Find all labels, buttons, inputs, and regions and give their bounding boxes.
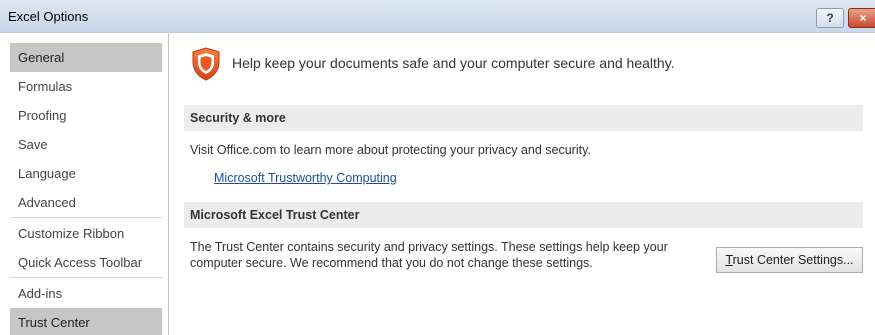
sidebar-divider [10,217,162,218]
window-title: Excel Options [8,9,89,24]
sidebar-item-advanced[interactable]: Advanced [10,188,162,217]
sidebar-item-general[interactable]: General [10,43,162,72]
sidebar-item-trust-center[interactable]: Trust Center [10,308,162,335]
trust-center-panel: Help keep your documents safe and your c… [170,33,875,335]
close-icon: × [859,11,867,25]
sidebar-item-save[interactable]: Save [10,130,162,159]
accesskey-char: T [725,253,733,267]
security-section-header: Security & more [184,105,863,131]
sidebar-item-quick-access-toolbar[interactable]: Quick Access Toolbar [10,248,162,277]
sidebar-item-add-ins[interactable]: Add-ins [10,279,162,308]
shield-icon [192,47,220,81]
security-description: Visit Office.com to learn more about pro… [190,143,591,157]
trust-center-section-header: Microsoft Excel Trust Center [184,202,863,228]
options-sidebar: General Formulas Proofing Save Language … [0,33,169,335]
trust-center-settings-button[interactable]: Trust Center Settings... [716,247,863,273]
sidebar-item-language[interactable]: Language [10,159,162,188]
sidebar-divider [10,277,162,278]
help-button[interactable]: ? [816,8,844,28]
trustworthy-computing-link[interactable]: Microsoft Trustworthy Computing [214,171,397,185]
help-icon: ? [826,11,834,25]
sidebar-item-proofing[interactable]: Proofing [10,101,162,130]
button-label: rust Center Settings... [732,253,854,267]
trust-center-description-line2: computer secure. We recommend that you d… [190,256,593,270]
intro-text: Help keep your documents safe and your c… [232,55,675,71]
sidebar-item-formulas[interactable]: Formulas [10,72,162,101]
sidebar-item-customize-ribbon[interactable]: Customize Ribbon [10,219,162,248]
trust-center-description-line1: The Trust Center contains security and p… [190,240,668,254]
excel-options-dialog: Excel Options ? × General Formulas Proof… [0,0,875,335]
close-button[interactable]: × [848,8,875,28]
title-bar[interactable]: Excel Options ? × [0,0,875,33]
